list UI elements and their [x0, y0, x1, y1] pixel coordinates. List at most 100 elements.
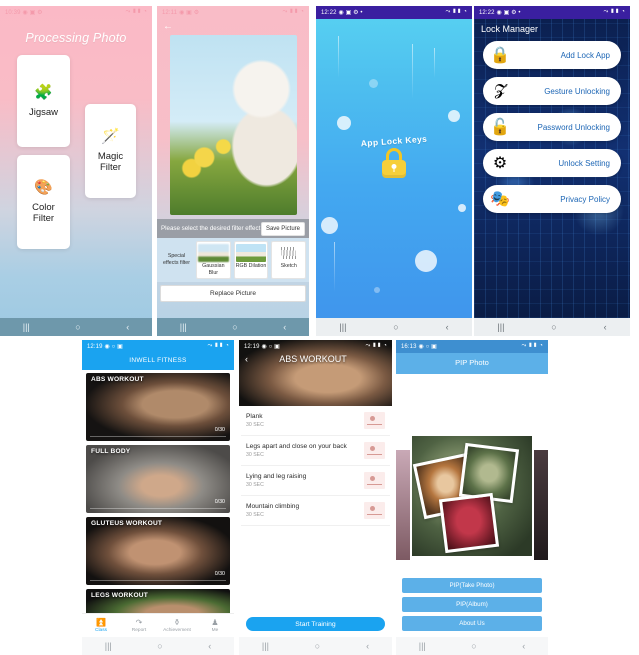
exercise-duration: 30 SEC	[246, 512, 264, 518]
status-signal-battery: ⤳ ▮▮ ◔	[521, 343, 543, 349]
filter-thumb-image	[235, 244, 267, 262]
nav-back-button[interactable]: ‹	[366, 641, 369, 651]
menu-item-password-unlocking[interactable]: 🔓 Password Unlocking	[483, 113, 621, 141]
status-signal-battery: ⤳ ▮▮ ◔	[365, 343, 387, 349]
nav-recents-button[interactable]: |||	[105, 641, 112, 651]
tab-label: Report	[131, 627, 147, 633]
nav-recents-button[interactable]: |||	[262, 641, 269, 651]
tab-label: Class	[95, 627, 107, 633]
workout-title: GLUTEUS WORKOUT	[91, 520, 163, 527]
status-notification-icons: ◉ ▣ ⚙	[22, 10, 43, 16]
mask-icon: 🎭	[490, 191, 510, 208]
nav-home-button[interactable]: ○	[471, 641, 476, 651]
workout-progress: 0/30	[214, 499, 225, 505]
filter-option-label: RGB Dilation	[235, 263, 267, 269]
decor-streak	[334, 242, 335, 292]
status-notification-icons: ◉ ○ ▣	[418, 344, 437, 350]
filter-thumbnail-row: Special effects filter Gaussian Blur RGB…	[157, 238, 309, 282]
exercise-row-legs-apart[interactable]: Legs apart and close on your back 30 SEC	[241, 436, 390, 466]
menu-item-gesture-unlocking[interactable]: 𝓩 Gesture Unlocking	[483, 77, 621, 105]
nav-recents-button[interactable]: |||	[180, 322, 187, 332]
nav-back-button[interactable]: ‹	[604, 322, 607, 332]
nav-recents-button[interactable]: |||	[23, 322, 30, 332]
card-magic-filter[interactable]: 🪄 Magic Filter	[85, 104, 136, 198]
exercise-thumbnail-icon	[364, 472, 385, 489]
app-bar-title: INWELL FITNESS	[82, 353, 234, 370]
open-padlock-icon: 🔓	[490, 119, 510, 136]
nav-recents-button[interactable]: |||	[419, 641, 426, 651]
status-time: 12:19	[244, 343, 260, 350]
exercise-row-lying-leg-raising[interactable]: Lying and leg raising 30 SEC	[241, 466, 390, 496]
menu-item-add-lock-app[interactable]: 🔒 Add Lock App	[483, 41, 621, 69]
workout-card-gluteus[interactable]: GLUTEUS WORKOUT 0/30	[86, 517, 230, 585]
nav-recents-button[interactable]: |||	[339, 322, 346, 332]
status-time: 10:39	[5, 9, 21, 16]
status-notification-icons: ◉ ▣ ⚙	[179, 10, 200, 16]
menu-item-privacy-policy[interactable]: 🎭 Privacy Policy	[483, 185, 621, 213]
card-jigsaw[interactable]: 🧩 Jigsaw	[17, 55, 70, 147]
carousel-peek-left[interactable]	[396, 450, 410, 560]
nav-recents-button[interactable]: |||	[497, 322, 504, 332]
carousel-peek-right[interactable]	[534, 450, 548, 560]
filter-option-gaussian-blur[interactable]: Gaussian Blur	[196, 241, 231, 279]
filter-option-label: Gaussian Blur	[202, 263, 225, 276]
save-picture-button[interactable]: Save Picture	[260, 221, 305, 236]
back-arrow-icon[interactable]: ←	[163, 21, 173, 32]
pip-take-photo-button[interactable]: PIP(Take Photo)	[402, 578, 542, 593]
nav-back-button[interactable]: ‹	[446, 322, 449, 332]
status-bar: 12:19 ◉ ○ ▣ ⤳ ▮▮ ◔	[239, 340, 392, 353]
status-notification-icons: ◉ ○ ▣	[261, 344, 280, 350]
menu-item-label: Gesture Unlocking	[544, 86, 610, 96]
feature-card-grid: 🧩 Jigsaw 🪄 Magic Filter 🎨 Color Filter	[0, 55, 152, 270]
filter-hint-text: Please select the desired filter effect	[161, 225, 261, 232]
tab-label: Achievement	[163, 627, 191, 633]
exercise-thumbnail-icon	[364, 412, 385, 429]
tab-label: Me	[211, 627, 219, 633]
workout-card-abs[interactable]: ABS WORKOUT 0/30	[86, 373, 230, 441]
pip-album-button[interactable]: PIP(Album)	[402, 597, 542, 612]
nav-back-button[interactable]: ‹	[283, 322, 286, 332]
tab-class[interactable]: ⏫ Class	[82, 614, 120, 637]
exercise-duration: 30 SEC	[246, 452, 264, 458]
workout-card-full-body[interactable]: FULL BODY 0/30	[86, 445, 230, 513]
workout-card-list: ABS WORKOUT 0/30 FULL BODY 0/30 GLUTEUS …	[82, 370, 234, 636]
decor-bubble	[374, 287, 380, 293]
decor-streak	[338, 36, 339, 78]
filter-option-rgb-dilation[interactable]: RGB Dilation	[233, 241, 269, 279]
filter-option-sketch[interactable]: Sketch	[271, 241, 307, 279]
workout-progress-bar	[90, 579, 226, 581]
workout-progress-bar	[90, 435, 226, 437]
screen-app-lock-splash: 12:22 ◉ ▣ ⚙ • ⤳ ▮▮ ◔ App Lock Keys ||| ○…	[316, 6, 472, 336]
replace-picture-button[interactable]: Replace Picture	[160, 285, 306, 302]
tab-achievement[interactable]: ⚱ Achievement	[158, 614, 196, 637]
nav-home-button[interactable]: ○	[393, 322, 398, 332]
android-nav-bar: ||| ○ ‹	[239, 637, 392, 655]
color-palette-icon: 🎨	[34, 179, 53, 196]
tab-report[interactable]: ↷ Report	[120, 614, 158, 637]
special-effects-filter-label: Special effects filter	[163, 253, 190, 266]
android-nav-bar: ||| ○ ‹	[396, 637, 548, 655]
pip-action-buttons: PIP(Take Photo) PIP(Album) About Us	[402, 578, 542, 631]
pip-preview-image[interactable]	[412, 436, 532, 556]
status-notification-icons: ◉ ▣ ⚙ •	[496, 10, 521, 16]
android-nav-bar: ||| ○ ‹	[0, 318, 152, 336]
filter-thumb-image	[198, 244, 229, 262]
nav-home-button[interactable]: ○	[551, 322, 556, 332]
menu-item-unlock-setting[interactable]: ⚙ Unlock Setting	[483, 149, 621, 177]
exercise-row-mountain-climbing[interactable]: Mountain climbing 30 SEC	[241, 496, 390, 526]
card-color-filter[interactable]: 🎨 Color Filter	[17, 155, 70, 249]
nav-back-button[interactable]: ‹	[522, 641, 525, 651]
nav-back-button[interactable]: ‹	[208, 641, 211, 651]
workout-hero-image: 12:19 ◉ ○ ▣ ⤳ ▮▮ ◔ ‹ ABS WORKOUT	[239, 340, 392, 406]
nav-home-button[interactable]: ○	[315, 641, 320, 651]
tab-me[interactable]: ♟ Me	[196, 614, 234, 637]
nav-home-button[interactable]: ○	[157, 641, 162, 651]
start-training-button[interactable]: Start Training	[246, 617, 385, 631]
exercise-row-plank[interactable]: Plank 30 SEC	[241, 406, 390, 436]
nav-home-button[interactable]: ○	[75, 322, 80, 332]
nav-home-button[interactable]: ○	[232, 322, 237, 332]
app-logo-block: App Lock Keys	[316, 134, 472, 178]
about-us-button[interactable]: About Us	[402, 616, 542, 631]
exercise-thumbnail-icon	[364, 502, 385, 519]
nav-back-button[interactable]: ‹	[126, 322, 129, 332]
